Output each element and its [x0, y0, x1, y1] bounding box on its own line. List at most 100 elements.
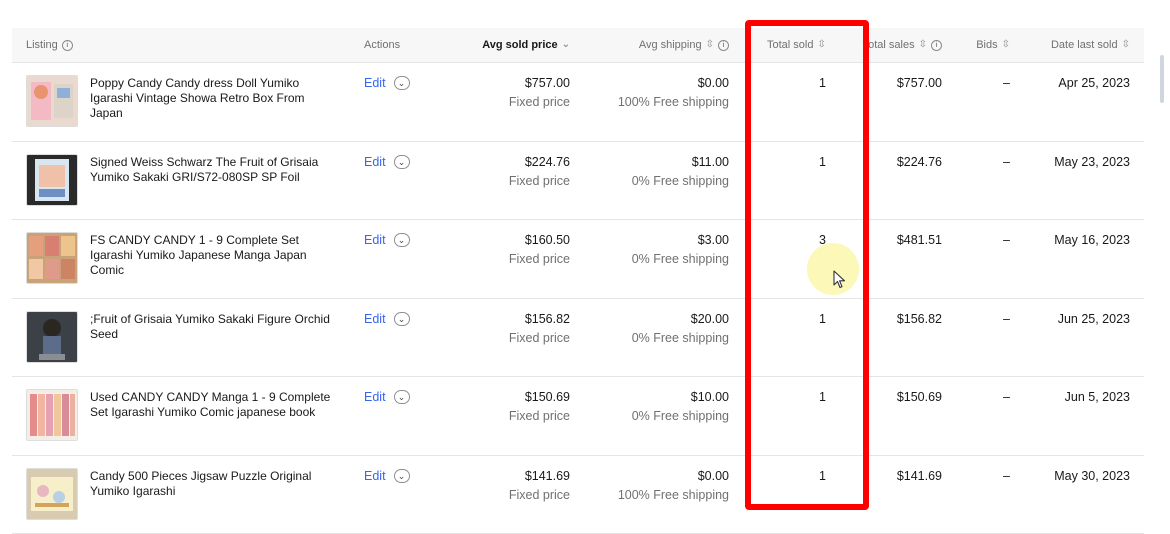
sort-icon: ⇳	[919, 40, 927, 50]
total-sold: 1	[752, 155, 826, 169]
table-row: FS CANDY CANDY 1 - 9 Complete Set Igaras…	[12, 220, 1144, 299]
col-listing: Listing i	[26, 39, 73, 51]
total-sales: $156.82	[852, 312, 942, 326]
price-type: Fixed price	[452, 409, 570, 423]
price-type: Fixed price	[452, 331, 570, 345]
sort-icon: ⇳	[1002, 40, 1010, 50]
info-icon[interactable]: i	[718, 40, 729, 51]
listing-thumbnail[interactable]	[26, 154, 78, 206]
col-actions-label: Actions	[364, 39, 400, 51]
chevron-down-icon[interactable]: ⌄	[394, 233, 410, 247]
listing-title[interactable]: FS CANDY CANDY 1 - 9 Complete Set Igaras…	[90, 233, 340, 278]
avg-sold-price: $156.82	[452, 312, 570, 326]
table-row: Used CANDY CANDY Manga 1 - 9 Complete Se…	[12, 377, 1144, 456]
table-row: Candy 500 Pieces Jigsaw Puzzle Original …	[12, 456, 1144, 534]
col-total-sold[interactable]: Total sold ⇳	[767, 39, 826, 51]
table-row: Signed Weiss Schwarz The Fruit of Grisai…	[12, 142, 1144, 221]
chevron-down-icon[interactable]: ⌄	[394, 312, 410, 326]
edit-button[interactable]: Edit ⌄	[364, 469, 410, 483]
total-sales: $224.76	[852, 155, 942, 169]
bids: –	[972, 390, 1010, 404]
table-header: Listing i Actions Avg sold price ⌄ Avg s…	[12, 28, 1144, 63]
edit-label: Edit	[364, 390, 386, 404]
avg-shipping: $11.00	[592, 155, 729, 169]
total-sold: 1	[752, 76, 826, 90]
edit-label: Edit	[364, 76, 386, 90]
total-sales: $141.69	[852, 469, 942, 483]
listing-thumbnail[interactable]	[26, 75, 78, 127]
avg-sold-price: $141.69	[452, 469, 570, 483]
table-row: ;Fruit of Grisaia Yumiko Sakaki Figure O…	[12, 299, 1144, 378]
shipping-note: 0% Free shipping	[592, 174, 729, 188]
bids: –	[972, 469, 1010, 483]
price-type: Fixed price	[452, 174, 570, 188]
shipping-note: 0% Free shipping	[592, 331, 729, 345]
info-icon[interactable]: i	[62, 40, 73, 51]
col-total-sales[interactable]: Total sales ⇳ i	[852, 39, 942, 51]
mouse-pointer-icon	[833, 270, 847, 290]
avg-shipping: $3.00	[592, 233, 729, 247]
total-sold: 1	[752, 312, 826, 326]
edit-button[interactable]: Edit ⌄	[364, 233, 410, 247]
listing-title[interactable]: Signed Weiss Schwarz The Fruit of Grisai…	[90, 155, 340, 185]
bids: –	[972, 76, 1010, 90]
col-date-last-sold-label: Date last sold	[1051, 39, 1118, 51]
total-sales: $481.51	[852, 233, 942, 247]
col-avg-shipping[interactable]: Avg shipping ⇳ i	[592, 39, 729, 51]
col-listing-label: Listing	[26, 39, 58, 51]
edit-button[interactable]: Edit ⌄	[364, 155, 410, 169]
total-sold: 1	[752, 390, 826, 404]
edit-button[interactable]: Edit⌄	[364, 312, 410, 326]
total-sales: $150.69	[852, 390, 942, 404]
price-type: Fixed price	[452, 95, 570, 109]
total-sold: 1	[752, 469, 826, 483]
date-last-sold: May 16, 2023	[1022, 233, 1130, 247]
col-avg-sold-price[interactable]: Avg sold price ⌄	[452, 39, 570, 51]
listing-title[interactable]: Candy 500 Pieces Jigsaw Puzzle Original …	[90, 469, 340, 499]
date-last-sold: Apr 25, 2023	[1022, 76, 1130, 90]
edit-label: Edit	[364, 233, 386, 247]
col-date-last-sold[interactable]: Date last sold ⇳	[1022, 39, 1130, 51]
chevron-down-icon[interactable]: ⌄	[394, 155, 410, 169]
listing-thumbnail[interactable]	[26, 389, 78, 441]
chevron-down-icon[interactable]: ⌄	[394, 76, 410, 90]
date-last-sold: Jun 5, 2023	[1022, 390, 1130, 404]
price-type: Fixed price	[452, 252, 570, 266]
col-bids[interactable]: Bids ⇳	[972, 39, 1010, 51]
listing-thumbnail[interactable]	[26, 468, 78, 520]
scrollbar-thumb[interactable]	[1160, 55, 1164, 103]
chevron-down-icon[interactable]: ⌄	[394, 390, 410, 404]
edit-label: Edit	[364, 469, 386, 483]
date-last-sold: May 23, 2023	[1022, 155, 1130, 169]
avg-shipping: $0.00	[592, 76, 729, 90]
col-avg-sold-price-label: Avg sold price	[482, 39, 557, 51]
sort-icon: ⇳	[1122, 40, 1130, 50]
date-last-sold: Jun 25, 2023	[1022, 312, 1130, 326]
listing-thumbnail[interactable]	[26, 311, 78, 363]
avg-sold-price: $757.00	[452, 76, 570, 90]
info-icon[interactable]: i	[931, 40, 942, 51]
price-type: Fixed price	[452, 488, 570, 502]
sold-listings-table: Listing i Actions Avg sold price ⌄ Avg s…	[12, 28, 1144, 534]
edit-button[interactable]: Edit ⌄	[364, 390, 410, 404]
shipping-note: 100% Free shipping	[592, 488, 729, 502]
listing-thumbnail[interactable]	[26, 232, 78, 284]
total-sales: $757.00	[852, 76, 942, 90]
bids: –	[972, 312, 1010, 326]
listing-title[interactable]: ;Fruit of Grisaia Yumiko Sakaki Figure O…	[90, 312, 340, 342]
listing-title[interactable]: Poppy Candy Candy dress Doll Yumiko Igar…	[90, 76, 340, 121]
listing-title[interactable]: Used CANDY CANDY Manga 1 - 9 Complete Se…	[90, 390, 340, 420]
sort-desc-icon: ⌄	[562, 40, 570, 50]
avg-shipping: $10.00	[592, 390, 729, 404]
avg-sold-price: $224.76	[452, 155, 570, 169]
sort-icon: ⇳	[817, 40, 825, 50]
col-total-sold-label: Total sold	[767, 39, 813, 51]
col-actions: Actions	[364, 39, 400, 51]
total-sold: 3	[752, 233, 826, 247]
edit-label: Edit	[364, 155, 386, 169]
avg-sold-price: $160.50	[452, 233, 570, 247]
edit-button[interactable]: Edit ⌄	[364, 76, 410, 90]
avg-sold-price: $150.69	[452, 390, 570, 404]
avg-shipping: $0.00	[592, 469, 729, 483]
chevron-down-icon[interactable]: ⌄	[394, 469, 410, 483]
